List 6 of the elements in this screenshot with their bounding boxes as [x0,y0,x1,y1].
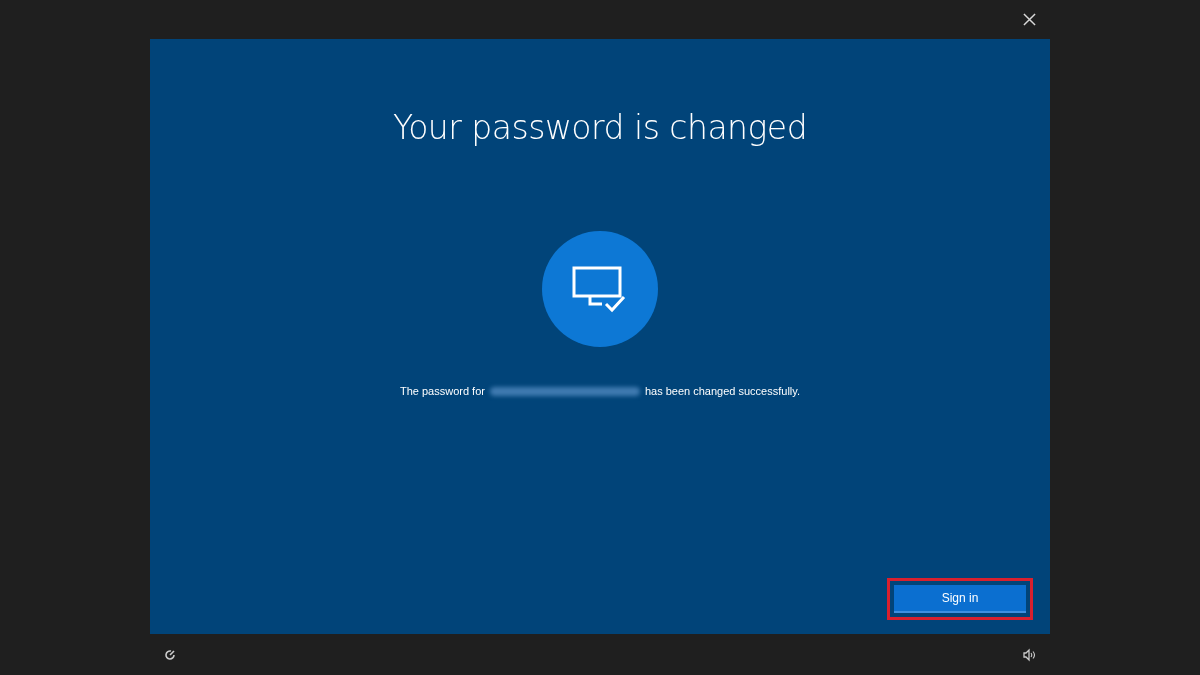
speaker-icon[interactable] [1022,647,1036,662]
sign-in-button[interactable]: Sign in [894,585,1026,613]
dialog-title: Your password is changed [392,107,808,149]
close-icon[interactable] [1023,13,1036,26]
message-text: has been changed successfully. [644,385,801,397]
message-text: The password for [399,385,485,397]
